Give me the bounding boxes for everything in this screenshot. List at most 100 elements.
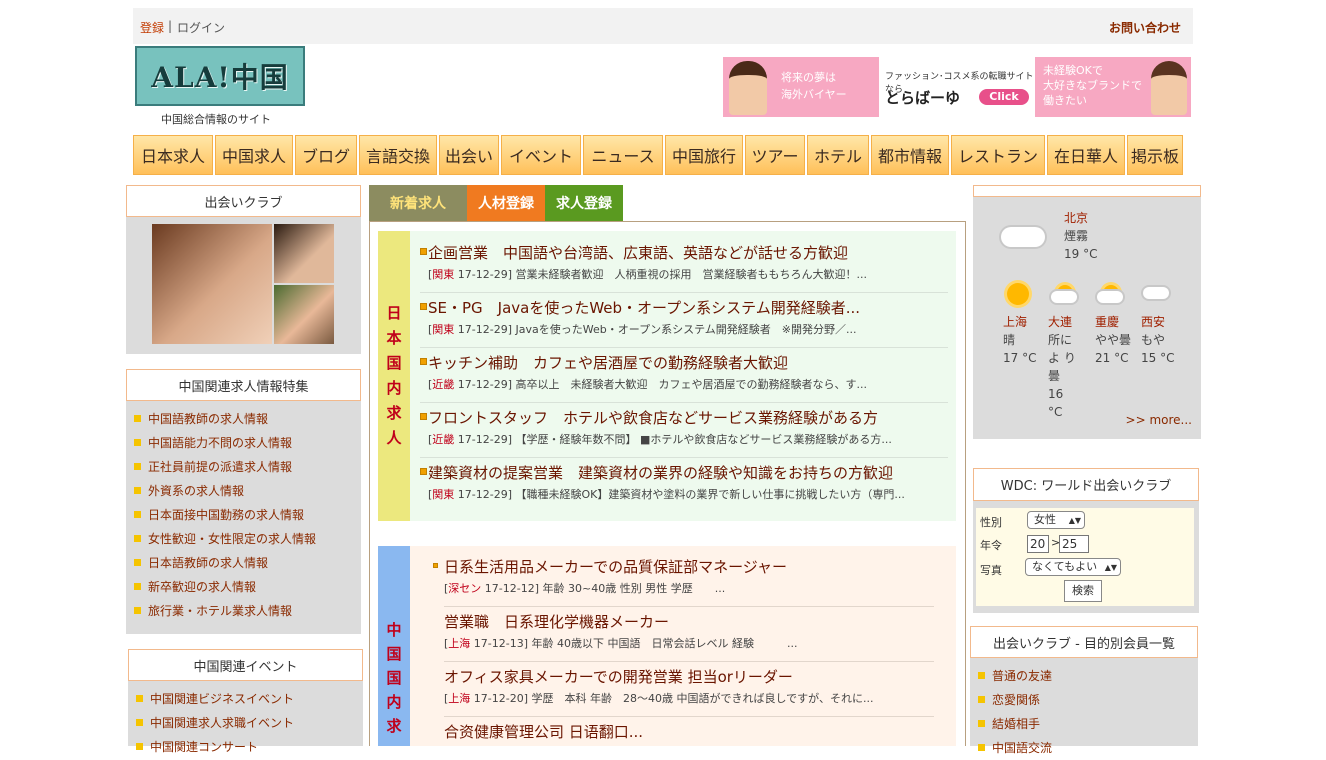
- job-title-link[interactable]: SE・PG Javaを使ったWeb・オープン系システム開発経験者...: [420, 297, 948, 318]
- weather-city: 上海 晴 17 °C: [1003, 313, 1043, 367]
- city-name[interactable]: 西安: [1141, 313, 1181, 331]
- city-name[interactable]: 北京: [1064, 209, 1097, 227]
- job-feature-link[interactable]: 中国語能力不問の求人情報: [134, 431, 316, 455]
- job-summary: 17-12-20] 学歴 本科 年齢 28～40歳 中国語ができれば良しですが、…: [470, 692, 874, 705]
- job-feature-link[interactable]: 中国語教師の求人情報: [134, 407, 316, 431]
- job-meta: [関東 17-12-29] Javaを使ったWeb・オープン系システム開発経験者…: [428, 323, 857, 336]
- job-region[interactable]: 関東: [432, 488, 454, 501]
- job-feature-link[interactable]: 外資系の求人情報: [134, 479, 316, 503]
- job-title-link[interactable]: 営業職 日系理化学機器メーカー: [444, 611, 934, 632]
- nav-item-news[interactable]: ニュース: [583, 135, 663, 175]
- contact-link[interactable]: お問い合わせ: [1109, 19, 1181, 36]
- weather-more-link[interactable]: >> more...: [1126, 413, 1192, 427]
- club-purpose-box: 出会いクラブ - 目的別会員一覧 普通の友達 恋愛関係 結婚相手 中国語交流: [970, 626, 1198, 755]
- job-feature-link[interactable]: 旅行業・ホテル業求人情報: [134, 599, 316, 623]
- china-jobs-panel: 中 国 国 内 求 日系生活用品メーカーでの品質保証部マネージャー [深セン 1…: [378, 546, 956, 746]
- job-region[interactable]: 深セン: [448, 582, 481, 595]
- weather-main-city: 北京 煙霧 19 °C: [1064, 209, 1097, 263]
- event-link[interactable]: 中国関連求人求職イベント: [136, 711, 294, 735]
- job-title-link[interactable]: 合资健康管理公司 日语翻口...: [444, 721, 934, 742]
- label-char: 本: [386, 329, 402, 347]
- nav-item-events[interactable]: イベント: [501, 135, 581, 175]
- nav-item-japan-jobs[interactable]: 日本求人: [133, 135, 213, 175]
- banner-woman-photo: [1151, 61, 1187, 115]
- divider: [444, 716, 934, 717]
- main-nav: 日本求人 中国求人 ブログ 言語交換 出会い イベント ニュース 中国旅行 ツア…: [133, 135, 1193, 175]
- nav-item-china-jobs[interactable]: 中国求人: [215, 135, 293, 175]
- nav-item-tours[interactable]: ツアー: [745, 135, 805, 175]
- label-char: 国: [386, 354, 402, 372]
- club-purpose-link[interactable]: 普通の友達: [978, 664, 1052, 688]
- weather-city: 西安 もや 15 °C: [1141, 313, 1181, 367]
- event-link[interactable]: 中国関連コンサート: [136, 735, 294, 759]
- job-feature-link[interactable]: 正社員前提の派遣求人情報: [134, 455, 316, 479]
- job-title-link[interactable]: 企画営業 中国語や台湾語、広東語、英語などが話せる方歓迎: [420, 242, 948, 263]
- job-title-link[interactable]: 建築資材の提案営業 建築資材の業界の経験や知識をお持ちの方歓迎: [420, 462, 948, 483]
- nav-item-china-travel[interactable]: 中国旅行: [665, 135, 743, 175]
- events-title: 中国関連イベント: [128, 649, 363, 681]
- member-photo-small[interactable]: [274, 224, 334, 283]
- city-name[interactable]: 大連: [1048, 313, 1078, 331]
- event-link[interactable]: 中国関連ビジネスイベント: [136, 687, 294, 711]
- job-region[interactable]: 関東: [432, 323, 454, 336]
- nav-item-chinese-in-japan[interactable]: 在日華人: [1047, 135, 1125, 175]
- job-region[interactable]: 近畿: [432, 433, 454, 446]
- job-summary: 17-12-29] 営業未経験者歓迎 人柄重視の採用 営業経験者ももちろん大歓迎…: [454, 268, 867, 281]
- job-feature-link[interactable]: 日本面接中国勤務の求人情報: [134, 503, 316, 527]
- job-region[interactable]: 関東: [432, 268, 454, 281]
- register-link[interactable]: 登録: [140, 19, 164, 36]
- gender-label: 性別: [980, 516, 1002, 529]
- nav-item-meetup[interactable]: 出会い: [439, 135, 499, 175]
- label-char: 求: [386, 717, 402, 735]
- tab-talent-register[interactable]: 人材登録: [467, 185, 545, 221]
- age-to-input[interactable]: 25: [1059, 535, 1089, 553]
- nav-item-restaurants[interactable]: レストラン: [951, 135, 1045, 175]
- job-title-link[interactable]: オフィス家具メーカーでの開発営業 担当orリーダー: [444, 666, 934, 687]
- nav-item-language-exchange[interactable]: 言語交換: [359, 135, 437, 175]
- city-name[interactable]: 上海: [1003, 313, 1043, 331]
- job-title-link[interactable]: キッチン補助 カフェや居酒屋での勤務経験者大歓迎: [420, 352, 948, 373]
- city-name[interactable]: 重慶: [1095, 313, 1131, 331]
- site-logo[interactable]: ALA!中国: [135, 46, 305, 106]
- photo-select[interactable]: なくてもよい ▲▼: [1025, 558, 1121, 576]
- nav-item-city-info[interactable]: 都市情報: [871, 135, 949, 175]
- job-title-link[interactable]: フロントスタッフ ホテルや飲食店などサービス業務経験がある方: [420, 407, 948, 428]
- nav-item-hotels[interactable]: ホテル: [807, 135, 869, 175]
- club-purpose-link[interactable]: 結婚相手: [978, 712, 1052, 736]
- job-feature-link[interactable]: 新卒歓迎の求人情報: [134, 575, 316, 599]
- job-region[interactable]: 上海: [448, 637, 470, 650]
- job-region[interactable]: 近畿: [432, 378, 454, 391]
- photo-label: 写真: [980, 564, 1002, 577]
- club-purpose-link[interactable]: 恋愛関係: [978, 688, 1052, 712]
- job-summary: 17-12-29] Javaを使ったWeb・オープン系システム開発経験者 ※開発…: [454, 323, 857, 336]
- job-meta: [上海 17-12-13] 年齢 40歳以下 中国語 日常会話レベル 経験 ..…: [444, 637, 798, 650]
- job-feature-link[interactable]: 女性歓迎・女性限定の求人情報: [134, 527, 316, 551]
- label-char: 求: [386, 404, 402, 422]
- tab-new-jobs[interactable]: 新着求人: [369, 185, 467, 221]
- banner-click-button[interactable]: Click: [979, 89, 1029, 105]
- job-region[interactable]: 上海: [448, 692, 470, 705]
- nav-item-blog[interactable]: ブログ: [295, 135, 357, 175]
- club-purpose-link[interactable]: 中国語交流: [978, 736, 1052, 760]
- job-listing: 建築資材の提案営業 建築資材の業界の経験や知識をお持ちの方歓迎 [関東 17-1…: [420, 462, 948, 502]
- job-feature-link[interactable]: 日本語教師の求人情報: [134, 551, 316, 575]
- search-button[interactable]: 検索: [1064, 580, 1102, 602]
- label-char: 日: [386, 304, 402, 322]
- meetup-club-box: 出会いクラブ: [126, 185, 361, 354]
- job-feature-title: 中国関連求人情報特集: [126, 369, 361, 401]
- banner-left-text: 将来の夢は 海外バイヤー: [781, 69, 847, 103]
- job-listing: 企画営業 中国語や台湾語、広東語、英語などが話せる方歓迎 [関東 17-12-2…: [420, 242, 948, 293]
- banner-right-line: 大好きなブランドで: [1043, 79, 1142, 92]
- job-title-link[interactable]: 日系生活用品メーカーでの品質保証部マネージャー: [444, 556, 934, 577]
- tab-job-register[interactable]: 求人登録: [545, 185, 623, 221]
- login-link[interactable]: ログイン: [177, 19, 225, 36]
- gender-select[interactable]: 女性 ▲▼: [1027, 511, 1085, 529]
- weather-condition: もや: [1141, 333, 1166, 347]
- member-photo-small[interactable]: [274, 285, 334, 344]
- ad-banner[interactable]: 将来の夢は 海外バイヤー ファッション･コスメ系の転職サイトなら とらばーゆ C…: [723, 57, 1191, 117]
- member-photo-large[interactable]: [152, 224, 272, 344]
- age-from-input[interactable]: 20: [1027, 535, 1049, 553]
- nav-item-bbs[interactable]: 掲示板: [1127, 135, 1183, 175]
- weather-condition: 所によ り曇: [1048, 333, 1076, 383]
- job-listing: 合资健康管理公司 日语翻口...: [444, 721, 934, 742]
